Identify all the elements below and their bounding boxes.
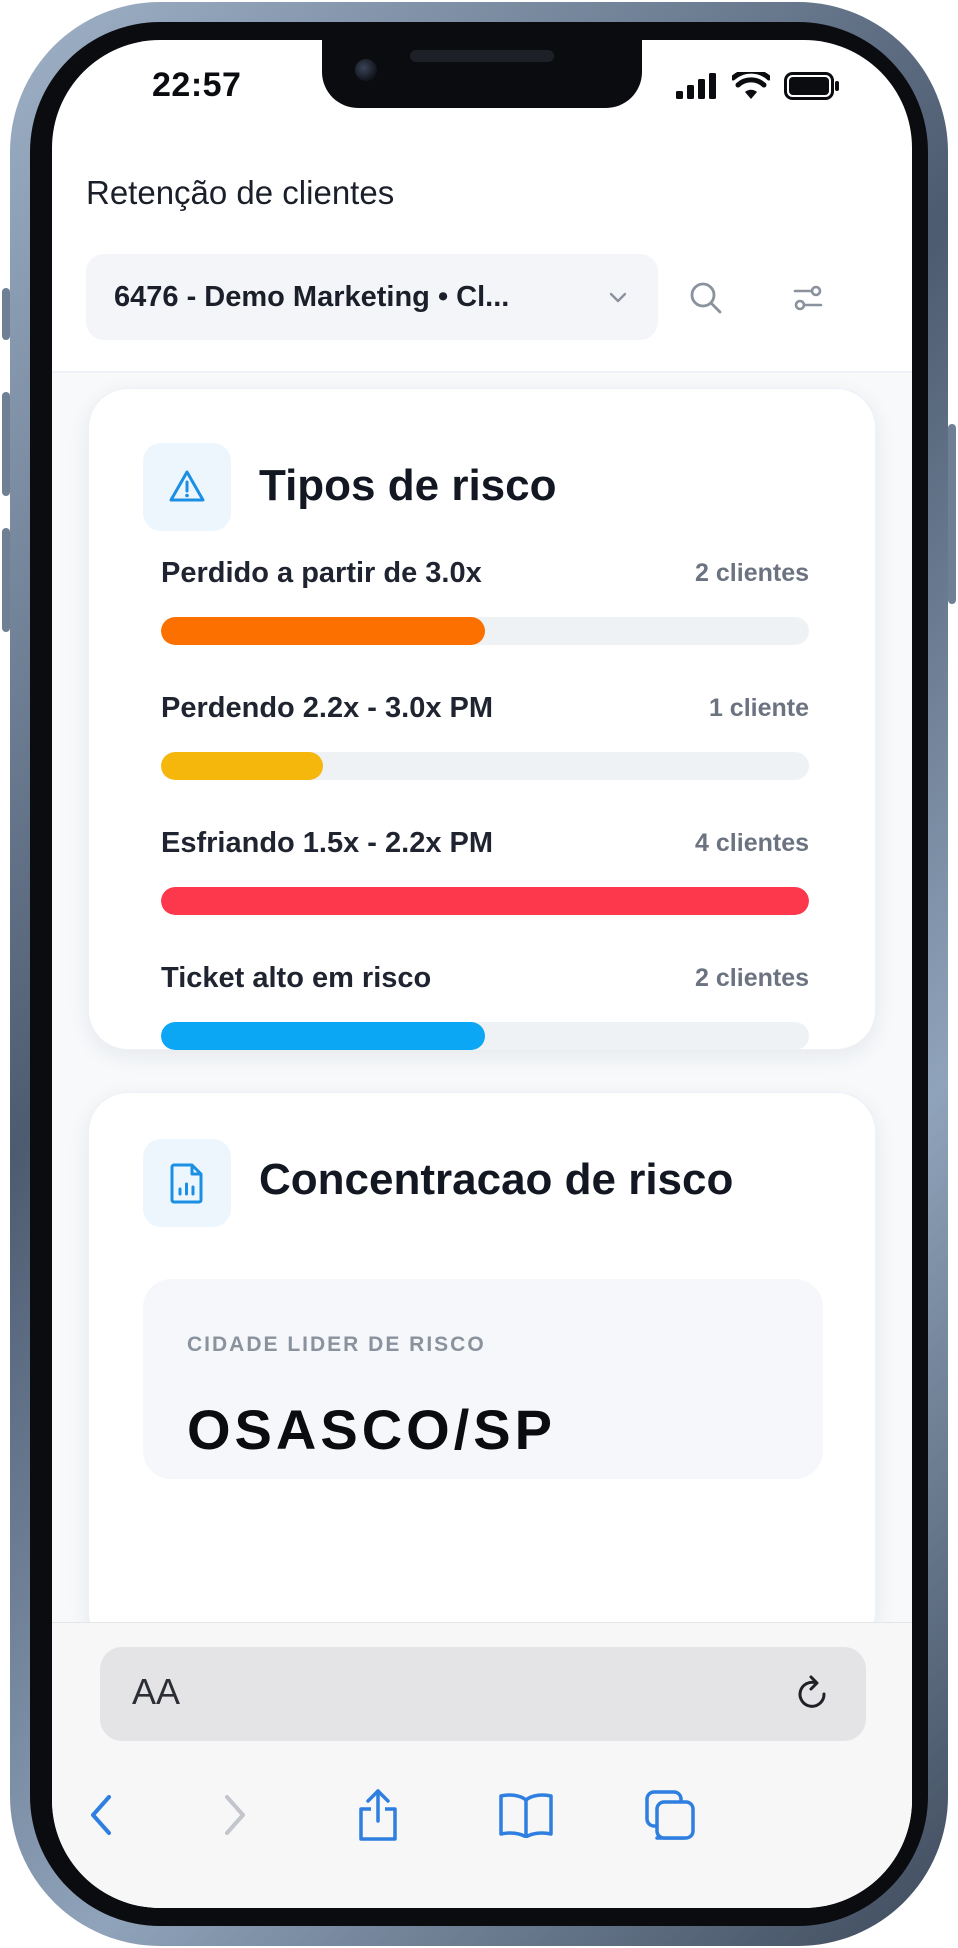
risk-count: 1 cliente <box>708 694 809 722</box>
risk-bar-track <box>161 1022 809 1050</box>
filter-button[interactable] <box>780 270 836 326</box>
status-icons <box>676 72 840 100</box>
chevron-down-icon <box>609 292 627 303</box>
search-button[interactable] <box>678 270 734 326</box>
risk-bar-track <box>161 752 809 780</box>
risk-types-title: Tipos de risco <box>259 461 557 510</box>
share-icon <box>359 1789 397 1841</box>
silent-switch <box>2 288 10 340</box>
forward-button[interactable] <box>200 1781 268 1849</box>
reload-icon <box>798 1675 826 1708</box>
risk-concentration-icon-box <box>143 1139 231 1227</box>
bookmarks-button[interactable] <box>492 1781 560 1849</box>
risk-label: Esfriando 1.5x - 2.2x PM <box>161 827 494 859</box>
cellular-signal-icon <box>676 73 716 99</box>
forward-icon <box>225 1795 245 1835</box>
risk-count: 4 clientes <box>695 829 809 857</box>
text-size-button[interactable]: AA <box>132 1671 180 1713</box>
volume-up-button <box>2 392 10 496</box>
top-risk-city-panel: CIDADE LIDER DE RISCO OSASCO/SP <box>143 1279 823 1479</box>
risk-label: Perdendo 2.2x - 3.0x PM <box>161 692 494 724</box>
top-risk-city-label: CIDADE LIDER DE RISCO <box>187 1333 486 1356</box>
risk-bar-fill <box>161 887 809 915</box>
share-button[interactable] <box>344 1781 412 1849</box>
tabs-icon <box>645 1790 695 1840</box>
risk-bar-fill <box>161 752 323 780</box>
risk-bar-fill <box>161 617 485 645</box>
risk-label: Ticket alto em risco <box>161 962 432 994</box>
battery-icon <box>784 72 839 100</box>
notch <box>322 40 642 108</box>
risk-count: 2 clientes <box>695 559 809 587</box>
page-title: Retenção de clientes <box>86 174 395 211</box>
reload-button[interactable] <box>788 1669 838 1719</box>
power-button <box>948 424 956 604</box>
volume-down-button <box>2 528 10 632</box>
phone-screen: 22:57 Retenção de clientes 6476 - Demo M… <box>52 40 912 1908</box>
warning-triangle-icon <box>169 470 205 502</box>
status-time: 22:57 <box>152 66 242 104</box>
risk-concentration-title: Concentracao de risco <box>259 1155 734 1204</box>
top-risk-city-value: OSASCO/SP <box>187 1398 556 1461</box>
risk-types-card: Tipos de risco Perdido a partir de 3.0x … <box>88 388 876 1050</box>
sliders-icon <box>793 285 823 311</box>
risk-label: Perdido a partir de 3.0x <box>161 557 482 589</box>
risk-types-icon-box <box>143 443 231 531</box>
front-camera <box>355 59 377 81</box>
risk-bar-track <box>161 617 809 645</box>
wifi-icon <box>732 72 770 99</box>
risk-bar-track <box>161 887 809 915</box>
browser-toolbar: AA <box>52 1622 912 1908</box>
search-icon <box>690 282 722 314</box>
speaker <box>410 50 554 62</box>
back-icon <box>91 1795 111 1835</box>
risk-bar-fill <box>161 1022 485 1050</box>
bookmarks-icon <box>499 1793 553 1838</box>
address-bar[interactable]: AA <box>100 1647 866 1741</box>
risk-concentration-card: Concentracao de risco CIDADE LIDER DE RI… <box>88 1092 876 1652</box>
tabs-button[interactable] <box>636 1781 704 1849</box>
back-button[interactable] <box>68 1781 136 1849</box>
client-selector[interactable]: 6476 - Demo Marketing • Cl... <box>86 254 658 340</box>
report-chart-icon <box>170 1163 203 1204</box>
client-selector-value: 6476 - Demo Marketing • Cl... <box>114 280 510 313</box>
risk-count: 2 clientes <box>695 964 809 992</box>
text-size-label: AA <box>132 1671 181 1712</box>
